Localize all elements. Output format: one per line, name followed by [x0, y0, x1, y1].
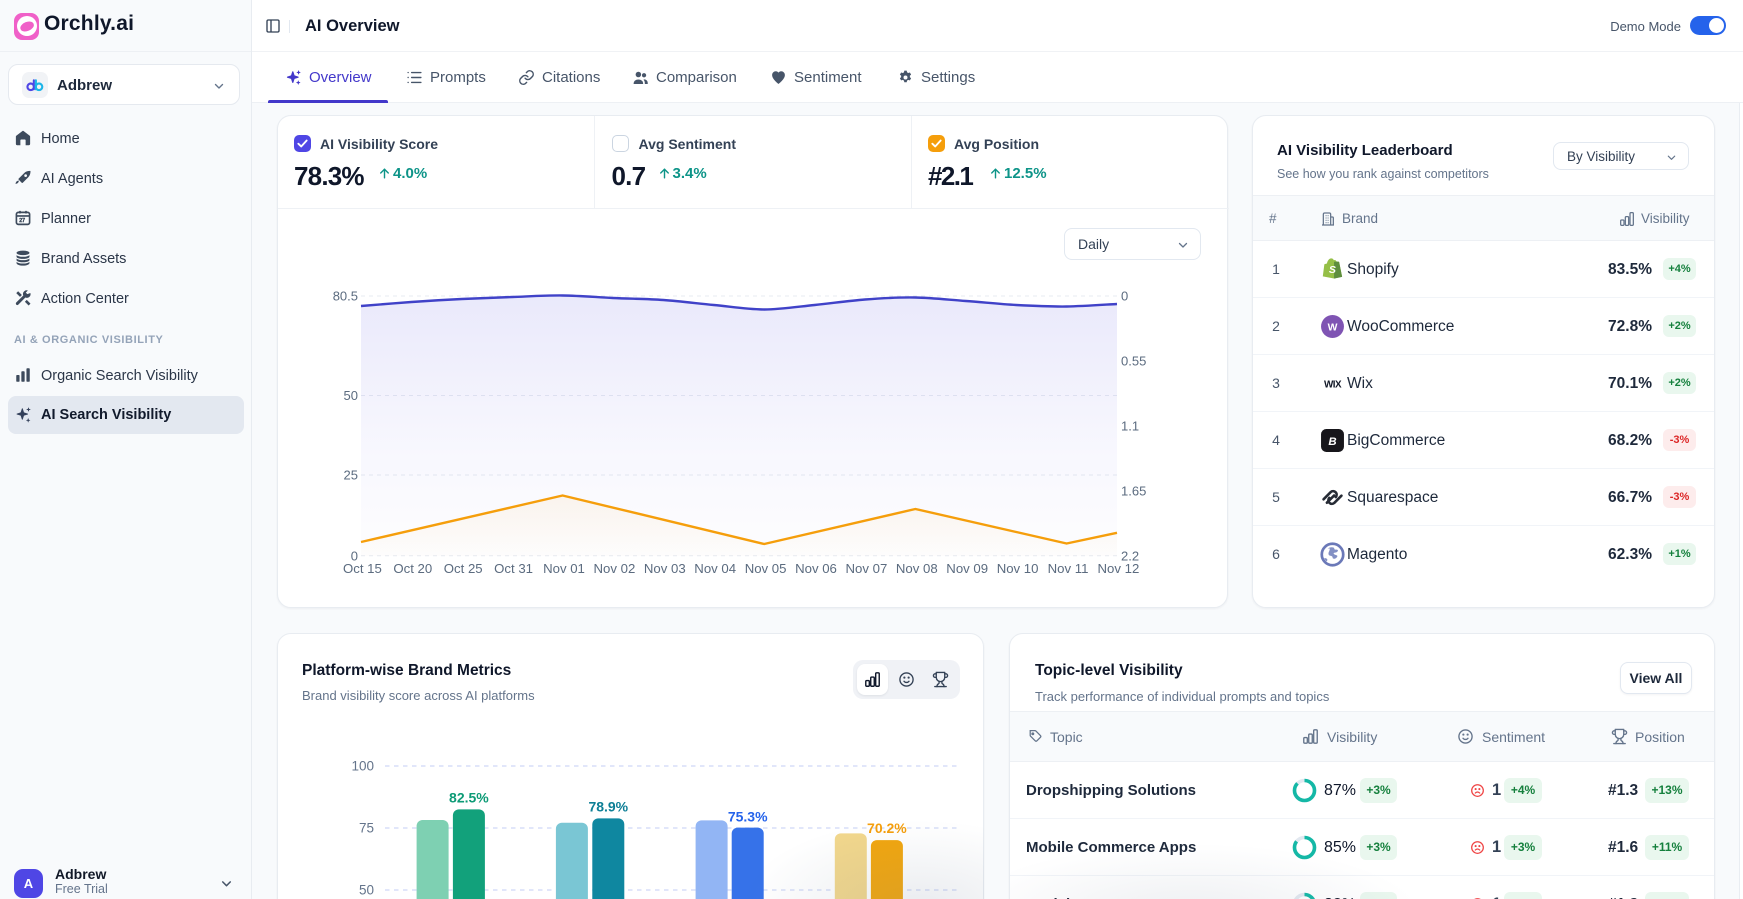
svg-text:Nov 06: Nov 06 [795, 561, 837, 576]
svg-text:0: 0 [1121, 289, 1128, 304]
svg-text:Nov 09: Nov 09 [946, 561, 988, 576]
svg-text:Nov 04: Nov 04 [694, 561, 736, 576]
svg-text:82.5%: 82.5% [449, 789, 489, 805]
svg-text:50: 50 [344, 388, 358, 403]
svg-text:B: B [1328, 436, 1336, 448]
svg-text:Oct 20: Oct 20 [393, 561, 432, 576]
svg-text:WIX: WIX [1324, 379, 1342, 390]
svg-text:50: 50 [359, 883, 374, 898]
svg-text:70.2%: 70.2% [867, 820, 907, 836]
svg-text:1.65: 1.65 [1121, 484, 1146, 499]
svg-text:S: S [1329, 264, 1336, 276]
svg-text:25: 25 [344, 468, 358, 483]
svg-text:Nov 12: Nov 12 [1098, 561, 1140, 576]
svg-text:Oct 31: Oct 31 [494, 561, 533, 576]
svg-text:80.5: 80.5 [333, 289, 358, 304]
svg-text:100: 100 [351, 759, 374, 774]
svg-text:Nov 01: Nov 01 [543, 561, 585, 576]
svg-text:Nov 03: Nov 03 [644, 561, 686, 576]
svg-text:0.55: 0.55 [1121, 354, 1146, 369]
svg-text:Nov 05: Nov 05 [745, 561, 787, 576]
svg-text:Nov 11: Nov 11 [1048, 561, 1089, 576]
svg-text:Nov 07: Nov 07 [846, 561, 888, 576]
svg-text:Nov 02: Nov 02 [594, 561, 636, 576]
svg-text:W: W [1328, 323, 1338, 334]
svg-text:78.9%: 78.9% [588, 798, 628, 814]
svg-text:Oct 15: Oct 15 [343, 561, 382, 576]
svg-text:75.3%: 75.3% [728, 809, 768, 825]
svg-text:Oct 25: Oct 25 [444, 561, 483, 576]
svg-text:27: 27 [19, 218, 25, 224]
svg-text:75: 75 [359, 821, 374, 836]
svg-text:Nov 10: Nov 10 [997, 561, 1039, 576]
svg-text:Nov 08: Nov 08 [896, 561, 938, 576]
svg-text:1.1: 1.1 [1121, 419, 1139, 434]
